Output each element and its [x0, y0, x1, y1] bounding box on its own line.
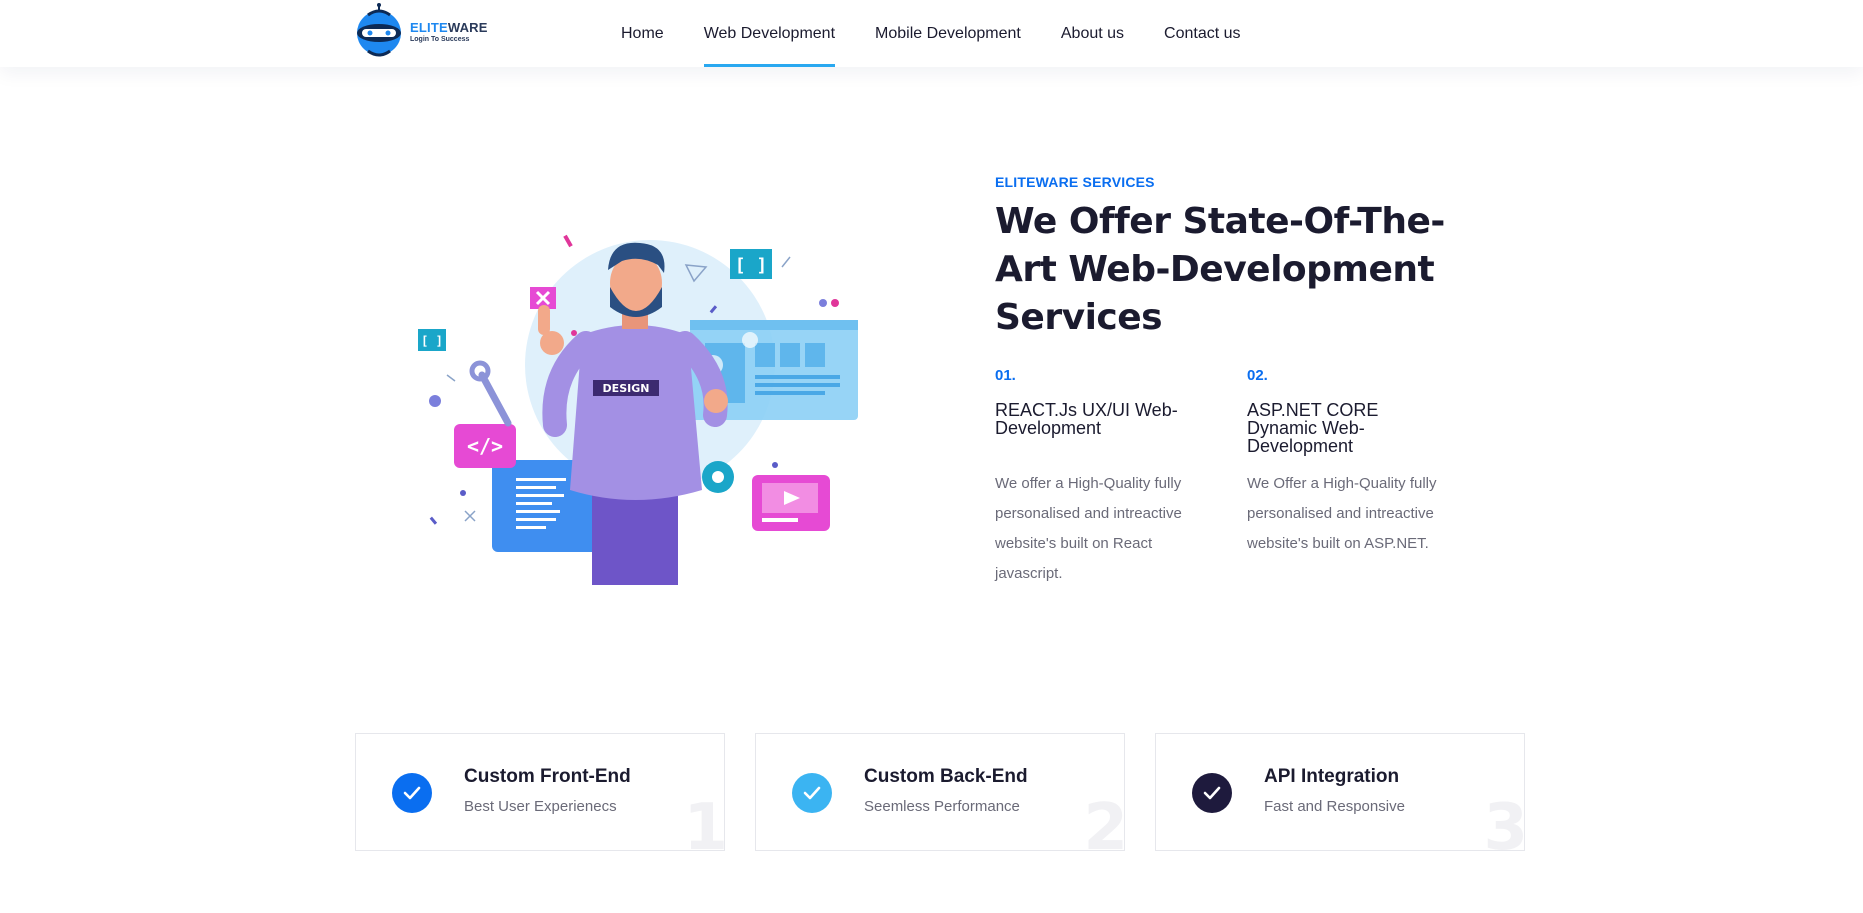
nav-item-home[interactable]: Home [621, 0, 664, 67]
service-item: 01. REACT.Js UX/UI Web-Development We of… [995, 367, 1225, 589]
logo-name: ELITEWARE [410, 20, 488, 35]
service-item: 02. ASP.NET CORE Dynamic Web-Development… [1247, 367, 1477, 559]
feature-number: 1 [683, 791, 725, 851]
feature-subtitle: Seemless Performance [864, 798, 1020, 815]
feature-card-front-end[interactable]: Custom Front-End Best User Experienecs 1 [355, 733, 725, 851]
feature-title: API Integration [1264, 766, 1400, 787]
feature-card-back-end[interactable]: Custom Back-End Seemless Performance 2 [755, 733, 1125, 851]
nav-item-contact-us[interactable]: Contact us [1164, 0, 1240, 67]
page-title: We Offer State-Of-The-Art Web-Developmen… [995, 201, 1445, 338]
logo[interactable]: ELITEWARE Login To Success [354, 2, 489, 62]
check-icon [1192, 773, 1232, 813]
check-icon [392, 773, 432, 813]
site-header: ELITEWARE Login To Success Home Web Deve… [0, 0, 1863, 67]
hero-illustration: [ ] [ ] </> DESIGN [410, 225, 870, 585]
feature-title: Custom Back-End [864, 766, 1028, 787]
nav-item-about-us[interactable]: About us [1061, 0, 1124, 67]
service-number: 01. [995, 367, 1016, 384]
main-nav: Home Web Development Mobile Development … [621, 0, 1241, 67]
feature-number: 2 [1083, 791, 1125, 851]
feature-subtitle: Fast and Responsive [1264, 798, 1405, 815]
svg-text:[ ]: [ ] [421, 334, 443, 348]
svg-text:</>: </> [467, 434, 503, 458]
check-icon [792, 773, 832, 813]
feature-card-api-integration[interactable]: API Integration Fast and Responsive 3 [1155, 733, 1525, 851]
nav-item-mobile-development[interactable]: Mobile Development [875, 0, 1021, 67]
section-eyebrow: ELITEWARE SERVICES [995, 174, 1155, 190]
service-description: We offer a High-Quality fully personalis… [995, 475, 1182, 582]
nav-item-web-development[interactable]: Web Development [703, 0, 836, 67]
logo-robot-icon [354, 3, 404, 61]
service-number: 02. [1247, 367, 1268, 384]
service-description: We Offer a High-Quality fully personalis… [1247, 475, 1437, 552]
feature-title: Custom Front-End [464, 766, 631, 787]
logo-tagline: Login To Success [410, 36, 470, 43]
feature-number: 3 [1483, 791, 1525, 851]
service-title: ASP.NET CORE Dynamic Web-Development [1247, 400, 1379, 456]
svg-text:DESIGN: DESIGN [603, 382, 650, 395]
service-title: REACT.Js UX/UI Web-Development [995, 400, 1178, 438]
feature-subtitle: Best User Experienecs [464, 798, 617, 815]
svg-text:[ ]: [ ] [735, 255, 768, 276]
